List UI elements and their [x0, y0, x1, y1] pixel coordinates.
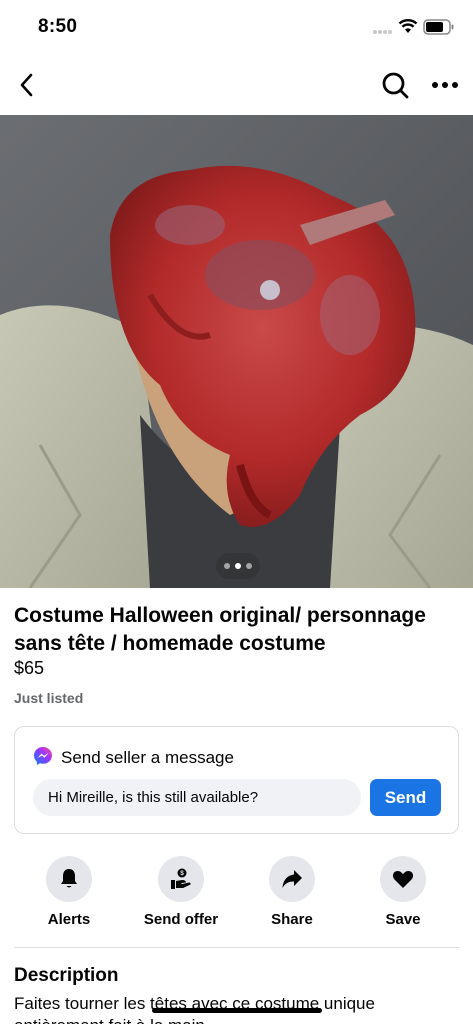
battery-icon: [423, 19, 454, 35]
product-photo-drawing: [0, 115, 473, 588]
pager-dot-active: [235, 563, 241, 569]
share-button[interactable]: Share: [247, 856, 337, 936]
share-circle: [269, 856, 315, 902]
signal-icon: [373, 30, 392, 34]
alerts-circle: [46, 856, 92, 902]
top-nav-bar: [0, 60, 473, 110]
wifi-icon: [398, 19, 418, 33]
listing-title: Costume Halloween original/ personnage s…: [14, 604, 426, 655]
home-indicator: [152, 1008, 322, 1013]
save-button[interactable]: Save: [358, 856, 448, 936]
messenger-icon: [34, 747, 52, 765]
share-label: Share: [271, 911, 313, 928]
offer-icon: $: [171, 868, 191, 889]
alerts-button[interactable]: Alerts: [24, 856, 114, 936]
pager-dot: [224, 563, 230, 569]
listing-price: $65: [14, 658, 45, 678]
alerts-label: Alerts: [47, 911, 91, 928]
svg-text:$: $: [180, 870, 184, 877]
status-bar: 8:50: [0, 0, 473, 56]
save-label: Save: [385, 911, 421, 928]
listing-status: Just listed: [14, 690, 84, 706]
send-button[interactable]: Send: [370, 779, 441, 816]
product-photo[interactable]: [0, 115, 473, 588]
message-card-title: Send seller a message: [61, 748, 234, 767]
heart-icon: [392, 871, 414, 888]
save-circle: [380, 856, 426, 902]
section-divider: [14, 947, 459, 948]
send-offer-circle: $: [158, 856, 204, 902]
description-title: Description: [14, 965, 119, 986]
pager-dot: [246, 563, 252, 569]
status-time: 8:50: [38, 16, 78, 37]
message-seller-card: Send seller a message Send: [14, 726, 459, 834]
send-offer-button[interactable]: $ Send offer: [136, 856, 226, 936]
message-input[interactable]: [33, 779, 361, 816]
back-icon[interactable]: [14, 70, 42, 100]
send-offer-label: Send offer: [143, 911, 219, 928]
photo-pager: [216, 553, 260, 579]
more-icon[interactable]: [430, 70, 460, 100]
bell-icon: [61, 869, 77, 888]
share-icon: [282, 870, 302, 888]
search-icon[interactable]: [380, 70, 410, 100]
